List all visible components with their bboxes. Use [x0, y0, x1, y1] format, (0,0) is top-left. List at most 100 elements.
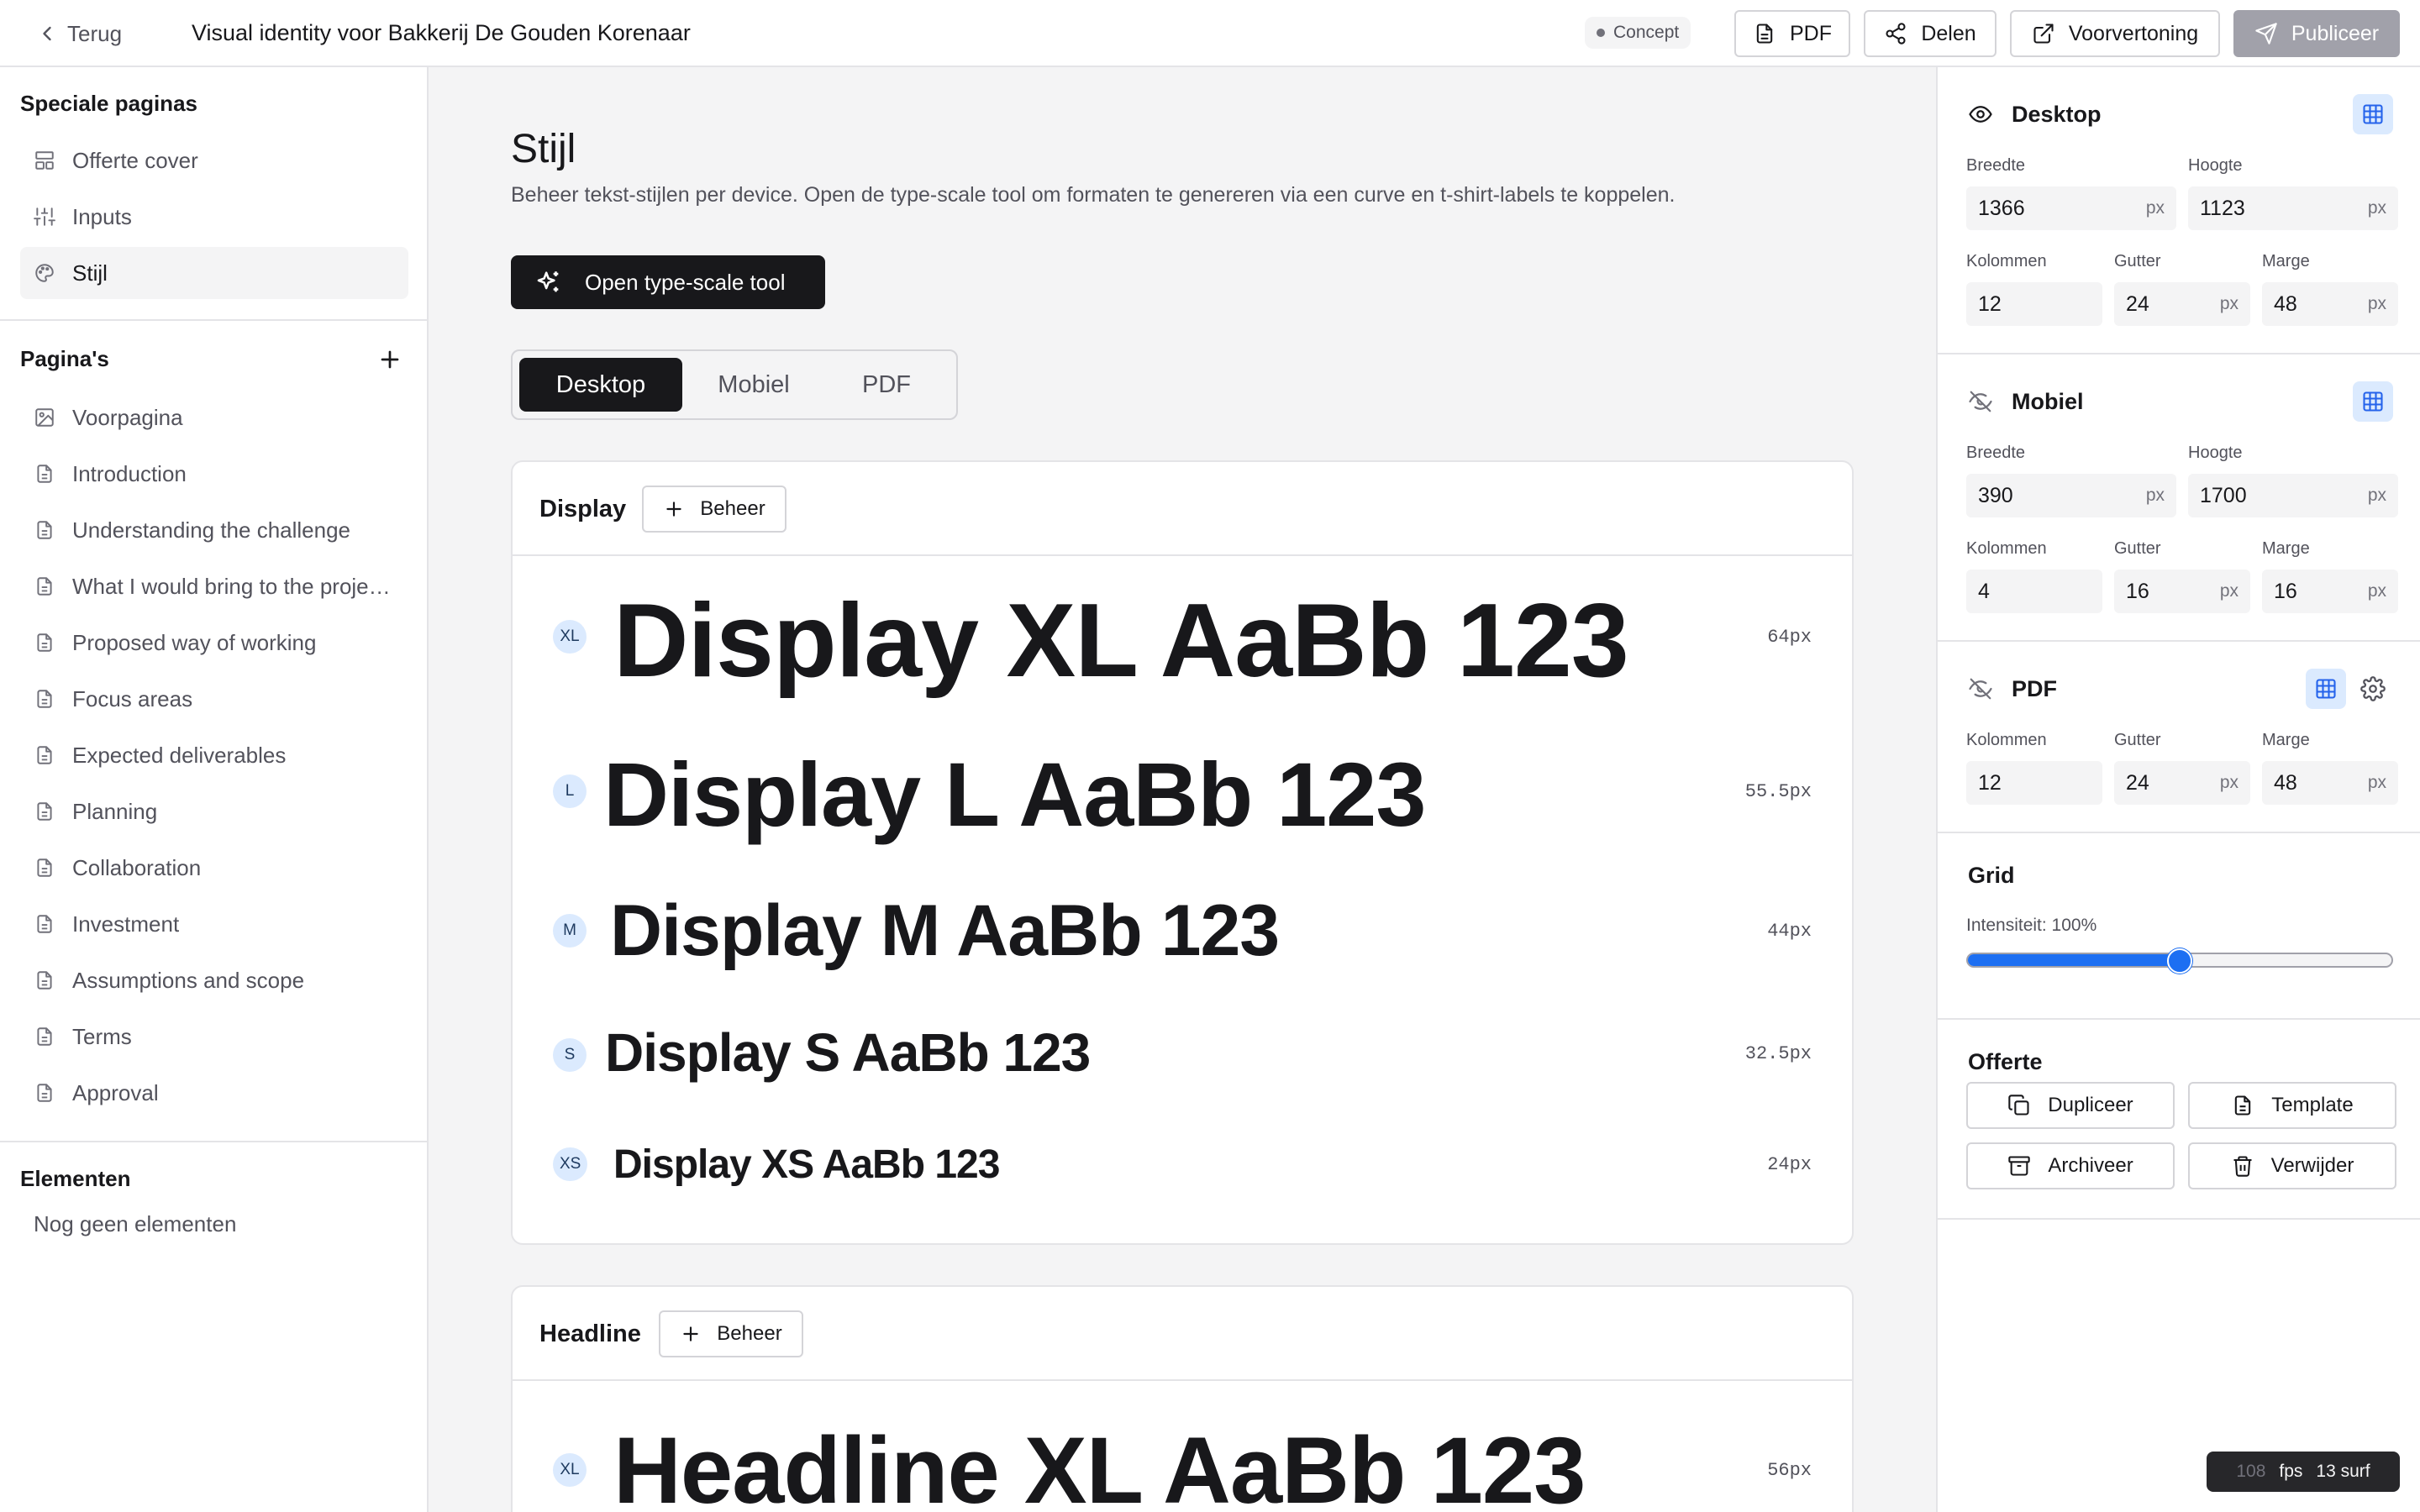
copy-icon	[2007, 1094, 2031, 1117]
columns-label: Kolommen	[1966, 539, 2047, 558]
sidebar-item-expected-deliverables[interactable]: Expected deliverables	[20, 729, 408, 781]
type-style-row[interactable]: L Display L AaBb 123 55.5px	[513, 716, 1852, 858]
sidebar-item-planning[interactable]: Planning	[20, 785, 408, 837]
type-sample: Display XL AaBb 123	[613, 583, 1629, 699]
sidebar: Speciale paginas Offerte cover Inputs St…	[0, 67, 429, 1512]
archive-icon	[2007, 1154, 2031, 1178]
sidebar-item-label: Introduction	[72, 460, 187, 486]
plus-icon	[663, 498, 685, 520]
back-button[interactable]: Terug	[35, 18, 122, 49]
sidebar-item-label: Inputs	[72, 203, 132, 229]
pdf-button[interactable]: PDF	[1734, 10, 1850, 57]
type-style-row[interactable]: XL Display XL AaBb 123 64px	[513, 556, 1852, 716]
sparkles-icon	[534, 268, 563, 297]
pdf-margin-field[interactable]: 48 px	[2262, 761, 2398, 805]
tab-pdf[interactable]: PDF	[825, 358, 948, 412]
tab-mobiel[interactable]: Mobiel	[689, 358, 818, 412]
template-button[interactable]: Template	[2188, 1082, 2396, 1129]
preview-button[interactable]: Voorvertoning	[2010, 10, 2220, 57]
manage-headline-button[interactable]: Beheer	[659, 1310, 803, 1357]
desktop-height-field[interactable]: 1123 px	[2188, 186, 2398, 230]
type-style-row[interactable]: M Display M AaBb 123 44px	[513, 858, 1852, 993]
duplicate-button[interactable]: Dupliceer	[1966, 1082, 2175, 1129]
pdf-settings-button[interactable]	[2356, 672, 2390, 706]
sidebar-item-stijl[interactable]: Stijl	[20, 247, 408, 299]
pdf-title: PDF	[2012, 675, 2057, 701]
pages-title: Pagina's	[20, 346, 109, 371]
delete-button[interactable]: Verwijder	[2188, 1142, 2396, 1189]
sidebar-item-terms[interactable]: Terms	[20, 1011, 408, 1063]
sidebar-item-focus-areas[interactable]: Focus areas	[20, 673, 408, 725]
type-style-row[interactable]: S Display S AaBb 123 32.5px	[513, 993, 1852, 1110]
type-style-row[interactable]: XL Headline XL AaBb 123 56px	[513, 1381, 1852, 1512]
share-button[interactable]: Delen	[1864, 10, 1996, 57]
layout-icon	[34, 150, 55, 171]
eye-off-icon[interactable]	[1968, 676, 1993, 701]
mobile-columns-field[interactable]: 4	[1966, 570, 2102, 613]
sidebar-item-collaboration[interactable]: Collaboration	[20, 842, 408, 894]
publish-button[interactable]: Publiceer	[2233, 10, 2400, 57]
mobile-width-field[interactable]: 390 px	[1966, 474, 2176, 517]
send-icon	[2254, 22, 2278, 45]
image-icon	[34, 407, 55, 428]
sidebar-item-understanding-the-challenge[interactable]: Understanding the challenge	[20, 504, 408, 556]
mobile-height-field[interactable]: 1700 px	[2188, 474, 2398, 517]
sidebar-item-label: Assumptions and scope	[72, 967, 305, 993]
slider-thumb[interactable]	[2167, 948, 2192, 974]
pdf-columns-field[interactable]: 12	[1966, 761, 2102, 805]
publish-label: Publiceer	[2291, 21, 2380, 45]
size-tag: L	[553, 774, 587, 808]
sidebar-item-label: Proposed way of working	[72, 629, 317, 655]
settings-panel: Desktop Breedte Hoogte 1366 px 1123 px Kol…	[1936, 67, 2420, 1512]
type-sample: Display L AaBb 123	[603, 743, 1426, 845]
margin-label: Marge	[2262, 731, 2310, 749]
manage-display-button[interactable]: Beheer	[642, 486, 786, 533]
desktop-width-field[interactable]: 1366 px	[1966, 186, 2176, 230]
sidebar-item-introduction[interactable]: Introduction	[20, 448, 408, 500]
size-tag: XL	[553, 620, 587, 654]
width-label: Breedte	[1966, 156, 2026, 175]
add-page-button[interactable]	[375, 344, 405, 375]
desktop-margin-field[interactable]: 48 px	[2262, 282, 2398, 326]
sidebar-item-investment[interactable]: Investment	[20, 898, 408, 950]
plus-icon	[680, 1323, 702, 1345]
top-bar: Terug Visual identity voor Bakkerij De G…	[0, 0, 2420, 67]
document-icon	[34, 857, 55, 879]
gear-icon	[2360, 676, 2386, 701]
pdf-gutter-field[interactable]: 24 px	[2114, 761, 2250, 805]
gutter-label: Gutter	[2114, 539, 2161, 558]
archive-button[interactable]: Archiveer	[1966, 1142, 2175, 1189]
sidebar-item-approval[interactable]: Approval	[20, 1067, 408, 1119]
sidebar-item-assumptions-and-scope[interactable]: Assumptions and scope	[20, 954, 408, 1006]
tab-desktop[interactable]: Desktop	[519, 358, 682, 412]
type-style-row[interactable]: XS Display XS AaBb 123 24px	[513, 1110, 1852, 1220]
sidebar-item-voorpagina[interactable]: Voorpagina	[20, 391, 408, 444]
device-tabs: Desktop Mobiel PDF	[511, 349, 958, 420]
pdf-grid-toggle[interactable]	[2306, 669, 2346, 709]
size-value: 44px	[1767, 921, 1812, 942]
sidebar-item-label: Investment	[72, 911, 180, 937]
elements-empty-text: Nog geen elementen	[34, 1211, 237, 1236]
type-scale-tool-button[interactable]: Open type-scale tool	[511, 255, 825, 309]
sidebar-item-offerte-cover[interactable]: Offerte cover	[20, 134, 408, 186]
margin-label: Marge	[2262, 252, 2310, 270]
eye-icon[interactable]	[1968, 102, 1993, 127]
page-description: Beheer tekst-stijlen per device. Open de…	[511, 183, 1676, 207]
document-icon	[34, 1026, 55, 1047]
desktop-columns-field[interactable]: 12	[1966, 282, 2102, 326]
mobile-margin-field[interactable]: 16 px	[2262, 570, 2398, 613]
mobile-grid-toggle[interactable]	[2353, 381, 2393, 422]
sidebar-item-proposed-way-of-working[interactable]: Proposed way of working	[20, 617, 408, 669]
document-icon	[34, 688, 55, 710]
sidebar-item-what-i-would-bring[interactable]: What I would bring to the proje…	[20, 560, 408, 612]
sidebar-item-inputs[interactable]: Inputs	[20, 191, 408, 243]
type-scale-tool-label: Open type-scale tool	[585, 269, 786, 295]
eye-off-icon[interactable]	[1968, 389, 1993, 414]
document-icon	[34, 913, 55, 935]
mobile-title: Mobiel	[2012, 388, 2084, 414]
mobile-gutter-field[interactable]: 16 px	[2114, 570, 2250, 613]
desktop-gutter-field[interactable]: 24 px	[2114, 282, 2250, 326]
margin-label: Marge	[2262, 539, 2310, 558]
desktop-grid-toggle[interactable]	[2353, 94, 2393, 134]
size-value: 64px	[1767, 627, 1812, 648]
